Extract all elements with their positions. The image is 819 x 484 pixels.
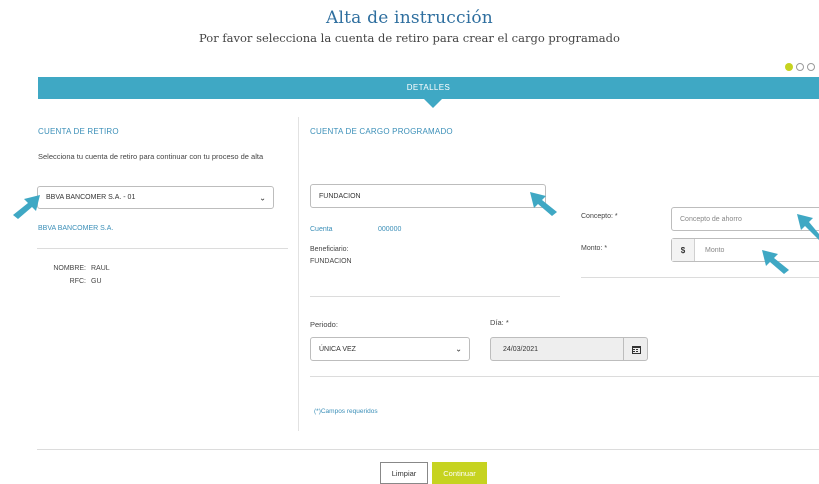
clear-button[interactable]: Limpiar bbox=[380, 462, 428, 484]
nombre-label: NOMBRE: bbox=[53, 265, 86, 272]
retiro-account-value: BBVA BANCOMER S.A. - 01 bbox=[46, 194, 136, 201]
pointer-arrow-icon bbox=[762, 250, 789, 274]
pointer-arrow-icon bbox=[13, 195, 40, 219]
beneficiario-value: FUNDACION bbox=[310, 258, 352, 265]
divider bbox=[310, 376, 819, 377]
page-subtitle: Por favor selecciona la cuenta de retiro… bbox=[199, 31, 620, 45]
divider bbox=[37, 449, 819, 450]
cargo-account-value: FUNDACION bbox=[319, 192, 361, 200]
periodo-select[interactable]: ÚNICA VEZ ⌄ bbox=[310, 337, 470, 361]
monto-label: Monto: * bbox=[581, 245, 608, 252]
tab-notch bbox=[424, 99, 442, 108]
chevron-down-icon: ⌄ bbox=[455, 344, 462, 354]
continue-button[interactable]: Continuar bbox=[432, 462, 487, 484]
divider bbox=[37, 248, 288, 249]
details-tab-bar: DETALLES bbox=[38, 77, 819, 99]
calendar-button[interactable] bbox=[623, 337, 649, 361]
calendar-icon bbox=[632, 345, 641, 354]
step-dot-inactive bbox=[796, 63, 804, 71]
cuenta-value: 000000 bbox=[378, 226, 402, 233]
cargo-account-field[interactable]: FUNDACION bbox=[310, 184, 546, 208]
step-dot-active bbox=[785, 63, 793, 71]
chevron-down-icon: ⌄ bbox=[259, 193, 266, 202]
periodo-label: Periodo: bbox=[310, 320, 338, 329]
pointer-arrow-icon bbox=[530, 192, 557, 216]
divider bbox=[581, 277, 819, 278]
retiro-section-title: CUENTA DE RETIRO bbox=[38, 127, 119, 136]
divider bbox=[310, 296, 560, 297]
monto-placeholder: Monto bbox=[705, 246, 725, 254]
column-divider bbox=[298, 117, 299, 431]
cargo-section-title: CUENTA DE CARGO PROGRAMADO bbox=[310, 127, 453, 136]
concepto-label: Concepto: * bbox=[581, 213, 618, 220]
dia-value: 24/03/2021 bbox=[503, 345, 539, 353]
concepto-placeholder: Concepto de ahorro bbox=[680, 215, 742, 223]
bank-name: BBVA BANCOMER S.A. bbox=[38, 225, 114, 232]
periodo-value: ÚNICA VEZ bbox=[319, 345, 356, 353]
page-title: Alta de instrucción bbox=[326, 8, 493, 28]
retiro-account-select[interactable]: BBVA BANCOMER S.A. - 01 ⌄ bbox=[37, 186, 274, 209]
step-dot-inactive bbox=[807, 63, 815, 71]
pointer-arrow-icon bbox=[797, 214, 819, 240]
retiro-instruction: Selecciona tu cuenta de retiro para cont… bbox=[38, 152, 264, 161]
nombre-value: RAUL bbox=[91, 265, 110, 272]
dia-label: Día: * bbox=[490, 318, 509, 327]
rfc-value: GU bbox=[91, 278, 102, 285]
required-fields-note: (*)Campos requeridos bbox=[314, 408, 378, 415]
currency-symbol: $ bbox=[672, 239, 695, 261]
step-indicator bbox=[785, 63, 815, 71]
cuenta-label: Cuenta bbox=[310, 226, 333, 233]
details-tab-label: DETALLES bbox=[406, 83, 451, 92]
rfc-label: RFC: bbox=[69, 278, 86, 285]
beneficiario-label: Beneficiario: bbox=[310, 246, 349, 253]
